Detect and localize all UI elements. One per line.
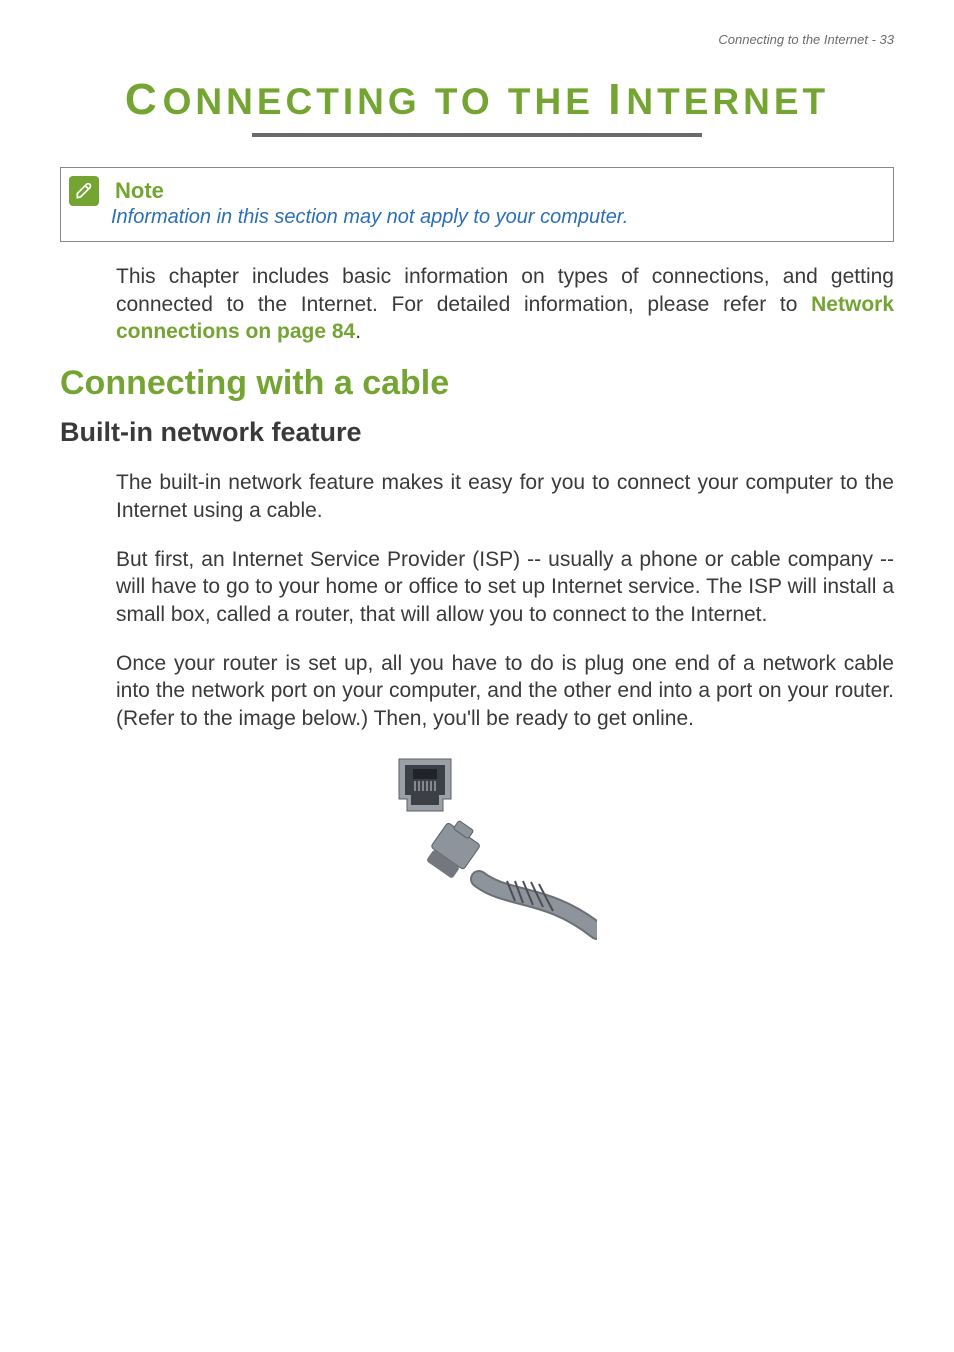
chapter-title-w3: THE bbox=[508, 81, 594, 122]
running-head: Connecting to the Internet - 33 bbox=[60, 32, 894, 47]
intro-text-2: . bbox=[355, 320, 361, 343]
intro-paragraph: This chapter includes basic information … bbox=[116, 263, 894, 346]
sp bbox=[421, 81, 435, 122]
chapter-title-cap2: I bbox=[608, 75, 626, 124]
sp bbox=[594, 81, 608, 122]
chapter-title-cap1: C bbox=[125, 75, 163, 124]
sp bbox=[494, 81, 508, 122]
ethernet-figure bbox=[60, 751, 894, 966]
note-body: Information in this section may not appl… bbox=[111, 206, 879, 229]
ethernet-cable-icon bbox=[423, 816, 597, 931]
chapter-title: CONNECTING TO THE INTERNET bbox=[60, 75, 894, 125]
chapter-title-w1: ONNECTING bbox=[163, 81, 421, 122]
intro-text-1: This chapter includes basic information … bbox=[116, 265, 894, 316]
pencil-icon bbox=[69, 176, 99, 206]
ethernet-port-icon bbox=[399, 759, 451, 811]
paragraph-3: Once your router is set up, all you have… bbox=[116, 650, 894, 733]
subsection-heading: Built-in network feature bbox=[60, 417, 894, 448]
paragraph-1: The built-in network feature makes it ea… bbox=[116, 469, 894, 524]
chapter-title-w2: TO bbox=[435, 81, 494, 122]
chapter-title-w4: NTERNET bbox=[626, 81, 829, 122]
note-heading: Note bbox=[115, 178, 879, 204]
paragraph-2: But first, an Internet Service Provider … bbox=[116, 546, 894, 629]
note-box: Note Information in this section may not… bbox=[60, 167, 894, 242]
title-rule bbox=[252, 133, 702, 137]
section-heading: Connecting with a cable bbox=[60, 364, 894, 403]
